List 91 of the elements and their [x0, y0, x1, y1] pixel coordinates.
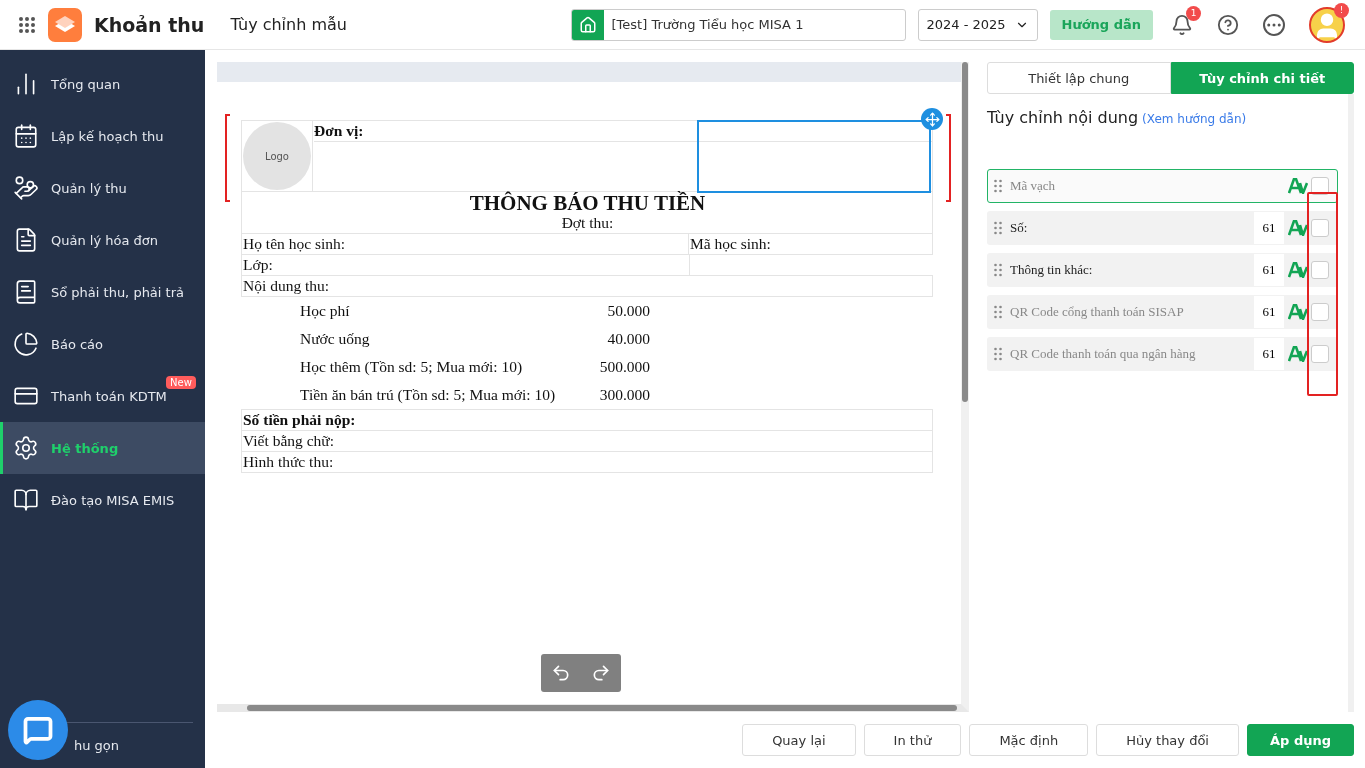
chat-icon — [23, 715, 53, 745]
content-label: Nội dung thu: — [243, 277, 330, 294]
sidebar-item[interactable]: Quản lý thu — [0, 162, 205, 214]
sidebar-item[interactable]: Quản lý hóa đơn — [0, 214, 205, 266]
page-title: Tùy chỉnh mẫu — [230, 15, 348, 34]
sidebar-item[interactable]: Sổ phải thu, phải trả — [0, 266, 205, 318]
field-row[interactable]: Mã vạch — [987, 169, 1338, 203]
checkbox[interactable] — [1311, 219, 1329, 237]
font-style-icon[interactable] — [1288, 346, 1308, 362]
sidebar-item[interactable]: Lập kế hoạch thu — [0, 110, 205, 162]
undo-icon[interactable] — [551, 663, 571, 683]
bell-icon[interactable] — [1171, 13, 1193, 36]
section-heading: Tùy chỉnh nội dung — [987, 108, 1139, 127]
checkbox[interactable] — [1311, 303, 1329, 321]
field-row[interactable]: Thông tin khác: 61 — [987, 253, 1338, 287]
drag-handle-icon[interactable] — [994, 179, 1002, 193]
font-size-value[interactable]: 61 — [1254, 338, 1284, 370]
sidebar-item[interactable]: Hệ thống — [0, 422, 205, 474]
font-style-icon[interactable] — [1288, 220, 1308, 236]
avatar[interactable] — [1309, 6, 1345, 43]
drag-handle-icon[interactable] — [994, 263, 1002, 277]
field-name: QR Code cổng thanh toán SISAP — [1010, 304, 1185, 320]
fee-amount: 50.000 — [606, 302, 650, 320]
scrollbar[interactable] — [962, 62, 968, 402]
app-grid-icon[interactable] — [18, 15, 36, 34]
sidebar-item[interactable]: Báo cáo — [0, 318, 205, 370]
notification-badge: 1 — [1186, 5, 1201, 21]
avatar-badge: ! — [1334, 2, 1349, 18]
tab[interactable]: Thiết lập chung — [987, 62, 1171, 94]
collapse-button[interactable]: hu gọn — [74, 738, 120, 753]
drag-handle-icon[interactable] — [994, 305, 1002, 319]
pie-chart-icon — [13, 331, 39, 357]
selection-box[interactable] — [697, 120, 931, 193]
redo-icon[interactable] — [591, 663, 611, 683]
font-style-icon[interactable] — [1288, 178, 1308, 194]
font-size-value[interactable]: 61 — [1254, 254, 1284, 286]
checkbox[interactable] — [1311, 345, 1329, 363]
fee-amount: 500.000 — [598, 358, 650, 376]
field-name: QR Code thanh toán qua ngân hàng — [1010, 346, 1197, 362]
open-book-icon — [13, 487, 39, 513]
in-words-label: Viết bằng chữ: — [243, 432, 334, 449]
footer-button[interactable]: In thử — [863, 724, 962, 756]
field-name: Mã vạch — [1010, 178, 1057, 194]
sidebar-item[interactable]: Đào tạo MISA EMIS — [0, 474, 205, 526]
footer-button[interactable]: Hủy thay đổi — [1096, 724, 1239, 756]
class-label: Lớp: — [243, 256, 273, 273]
scrollbar[interactable] — [247, 705, 957, 711]
unit-label: Đơn vị: — [314, 122, 364, 139]
coin-hand-icon — [13, 175, 39, 201]
more-icon[interactable] — [1263, 13, 1285, 36]
home-icon — [578, 15, 597, 34]
checkbox[interactable] — [1311, 261, 1329, 279]
fee-name: Học phí — [300, 302, 351, 320]
year-select[interactable]: 2024 - 2025 — [917, 8, 1038, 41]
field-row[interactable]: QR Code thanh toán qua ngân hàng 61 — [987, 337, 1338, 371]
fee-name: Nước uống — [300, 330, 371, 348]
app-logo-icon — [48, 7, 82, 42]
sidebar-item[interactable]: Thanh toán KDTM New — [0, 370, 205, 422]
student-code-label: Mã học sinh: — [689, 235, 771, 252]
calendar-icon — [13, 123, 39, 149]
font-size-value[interactable]: 61 — [1254, 296, 1284, 328]
drag-handle-icon[interactable] — [994, 347, 1002, 361]
payment-method-label: Hình thức thu: — [243, 453, 334, 470]
school-select[interactable]: [Test] Trường Tiểu học MISA 1 — [570, 8, 906, 41]
move-handle[interactable] — [921, 108, 943, 130]
fee-amount: 40.000 — [606, 330, 650, 348]
font-style-icon[interactable] — [1288, 304, 1308, 320]
student-name-label: Họ tên học sinh: — [243, 235, 346, 252]
logo-text: Logo — [265, 150, 289, 162]
fee-amount: 300.000 — [598, 386, 650, 404]
document-title: THÔNG BÁO THU TIỀN — [468, 193, 707, 213]
sidebar-item[interactable]: Tổng quan — [0, 58, 205, 110]
batch-label: Đợt thu: — [561, 214, 614, 231]
field-row[interactable]: Số: 61 — [987, 211, 1338, 245]
app-name: Khoản thu — [94, 13, 205, 36]
total-label: Số tiền phải nộp: — [243, 411, 356, 428]
fee-name: Học thêm (Tồn sd: 5; Mua mới: 10) — [300, 358, 524, 376]
field-name: Số: — [1010, 220, 1029, 236]
chat-button[interactable] — [8, 700, 68, 760]
settings-icon — [13, 435, 39, 461]
footer-button[interactable]: Mặc định — [969, 724, 1089, 756]
help-icon[interactable] — [1217, 13, 1239, 36]
fee-name: Tiền ăn bán trú (Tồn sd: 5; Mua mới: 10) — [300, 386, 557, 404]
guide-link[interactable]: (Xem hướng dẫn) — [1142, 112, 1247, 126]
font-style-icon[interactable] — [1288, 262, 1308, 278]
drag-handle-icon[interactable] — [994, 221, 1002, 235]
field-row[interactable]: QR Code cổng thanh toán SISAP 61 — [987, 295, 1338, 329]
new-badge: New — [166, 376, 196, 389]
font-size-value[interactable]: 61 — [1254, 212, 1284, 244]
field-name: Thông tin khác: — [1010, 262, 1094, 278]
footer-button[interactable]: Quay lại — [742, 724, 856, 756]
